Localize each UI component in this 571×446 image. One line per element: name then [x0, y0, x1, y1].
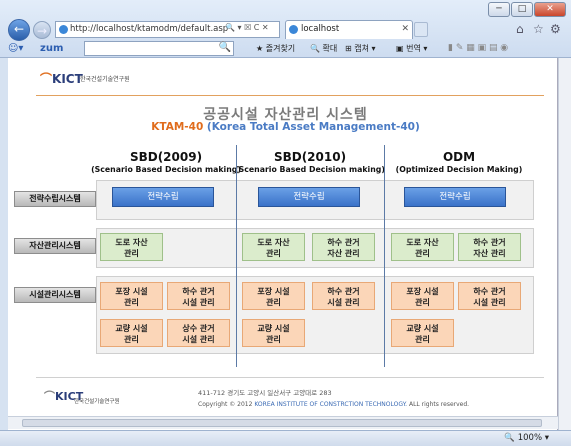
zoom-level[interactable]: 🔍 100% ▾ [504, 433, 549, 443]
column-sub-odm: (Optimized Decision Making) [395, 165, 523, 174]
search-icon[interactable]: 🔍 [219, 42, 231, 53]
facility-box-pavement-sbd2009[interactable]: 포장 시설 관리 [100, 282, 163, 310]
facility-box-water-sbd2009[interactable]: 상수 관거 시설 관리 [167, 319, 230, 347]
asset-box-road-sbd2009[interactable]: 도로 자산 관리 [100, 233, 163, 261]
facility-box-bridge-sbd2010[interactable]: 교량 시설 관리 [242, 319, 305, 347]
translate-label: 번역 [406, 44, 421, 53]
asset-box-road-sbd2010[interactable]: 도로 자산 관리 [242, 233, 305, 261]
kict-logo: ⌒KICT [40, 72, 83, 86]
toolbar-icons[interactable]: ▮ ✎ ▦ ▣ ▤ ◉ [448, 42, 508, 55]
facility-box-pavement-odm[interactable]: 포장 시설 관리 [391, 282, 454, 310]
capture-label: 캡쳐 [354, 44, 369, 53]
tab-page-icon [289, 25, 298, 34]
capture-menu[interactable]: ⊞ 캡쳐 ▾ [345, 42, 376, 55]
column-divider [236, 145, 237, 367]
strategy-button-odm[interactable]: 전략수립 [404, 187, 506, 207]
favorites-menu[interactable]: ★ 즐겨찾기 [256, 42, 295, 55]
footer-address: 411-712 경기도 고양시 일산서구 고양대로 283 [198, 389, 332, 397]
address-controls[interactable]: 🔍 ▾ ☒ C ✕ [225, 23, 269, 32]
strategy-button-sbd2009[interactable]: 전략수립 [112, 187, 214, 207]
favorites-label: 즐겨찾기 [265, 44, 296, 53]
column-sub-sbd2010: (Scenario Based Decision making) [235, 165, 385, 174]
row-label-asset: 자산관리시스템 [14, 238, 96, 254]
kict-logo-name: 한국건설기술연구원 [80, 76, 130, 83]
tab-title: localhost [301, 24, 340, 34]
zum-logo[interactable]: zum [40, 42, 63, 55]
facility-box-sewer-sbd2010[interactable]: 하수 관거 시설 관리 [312, 282, 375, 310]
strategy-button-sbd2010[interactable]: 전략수립 [258, 187, 360, 207]
column-divider [384, 145, 385, 367]
expand-label: 확대 [322, 44, 338, 53]
toolbar: ☺▾ zum 🔍 ★ 즐겨찾기 🔍 확대 ⊞ 캡쳐 ▾ ▣ 번역 ▾ ▮ ✎ ▦… [0, 40, 571, 57]
footer-logo-name: 한국건설기술연구원 [74, 399, 120, 405]
facility-box-sewer-sbd2009[interactable]: 하수 관거 시설 관리 [167, 282, 230, 310]
browser-tab[interactable]: localhost ✕ [285, 20, 413, 39]
home-icon[interactable]: ⌂ [516, 22, 524, 36]
scrollbar-thumb[interactable] [22, 419, 542, 427]
zoom-icon: 🔍 [504, 433, 516, 443]
horizontal-scrollbar[interactable] [8, 416, 558, 429]
browser-chrome: ─ □ ✕ ← → http://localhost/ktamodm/defau… [0, 0, 571, 58]
favorites-star-icon[interactable]: ☆ [533, 22, 544, 36]
facility-box-bridge-odm[interactable]: 교량 시설 관리 [391, 319, 454, 347]
forward-button[interactable]: → [33, 21, 51, 39]
close-window-button[interactable]: ✕ [534, 2, 566, 17]
asset-box-sewer-sbd2010[interactable]: 하수 관거 자산 관리 [312, 233, 375, 261]
asset-box-sewer-odm[interactable]: 하수 관거 자산 관리 [458, 233, 521, 261]
search-input[interactable]: 🔍 [84, 41, 234, 56]
addon-icon[interactable]: ☺▾ [8, 42, 23, 55]
asset-box-road-odm[interactable]: 도로 자산 관리 [391, 233, 454, 261]
footer-copyright: Copyright © 2012 KOREA INSTITUTE OF CONS… [198, 401, 470, 408]
tools-gear-icon[interactable]: ⚙ [550, 22, 561, 36]
status-bar: 🔍 100% ▾ [0, 430, 571, 446]
facility-box-pavement-sbd2010[interactable]: 포장 시설 관리 [242, 282, 305, 310]
expand-menu[interactable]: 🔍 확대 [310, 42, 337, 55]
page-icon [59, 25, 68, 34]
minimize-button[interactable]: ─ [488, 2, 510, 17]
facility-box-bridge-sbd2009[interactable]: 교량 시설 관리 [100, 319, 163, 347]
facility-box-sewer-odm[interactable]: 하수 관거 시설 관리 [458, 282, 521, 310]
maximize-button[interactable]: □ [511, 2, 533, 17]
footer-divider [36, 377, 544, 378]
new-tab-button[interactable] [414, 22, 428, 37]
column-heading-sbd2010: SBD(2010) [273, 150, 347, 164]
row-label-strategy: 전략수립시스템 [14, 191, 96, 207]
column-heading-sbd2009: SBD(2009) [129, 150, 203, 164]
back-button[interactable]: ← [8, 19, 30, 41]
header-divider [36, 95, 544, 96]
tab-close-icon[interactable]: ✕ [401, 21, 409, 38]
column-heading-odm: ODM [442, 150, 476, 164]
translate-menu[interactable]: ▣ 번역 ▾ [396, 42, 427, 55]
page-subtitle: KTAM-40 (Korea Total Asset Management-40… [151, 121, 420, 133]
address-url: http://localhost/ktamodm/default.asp [70, 24, 229, 34]
row-label-facility: 시설관리시스템 [14, 287, 96, 303]
